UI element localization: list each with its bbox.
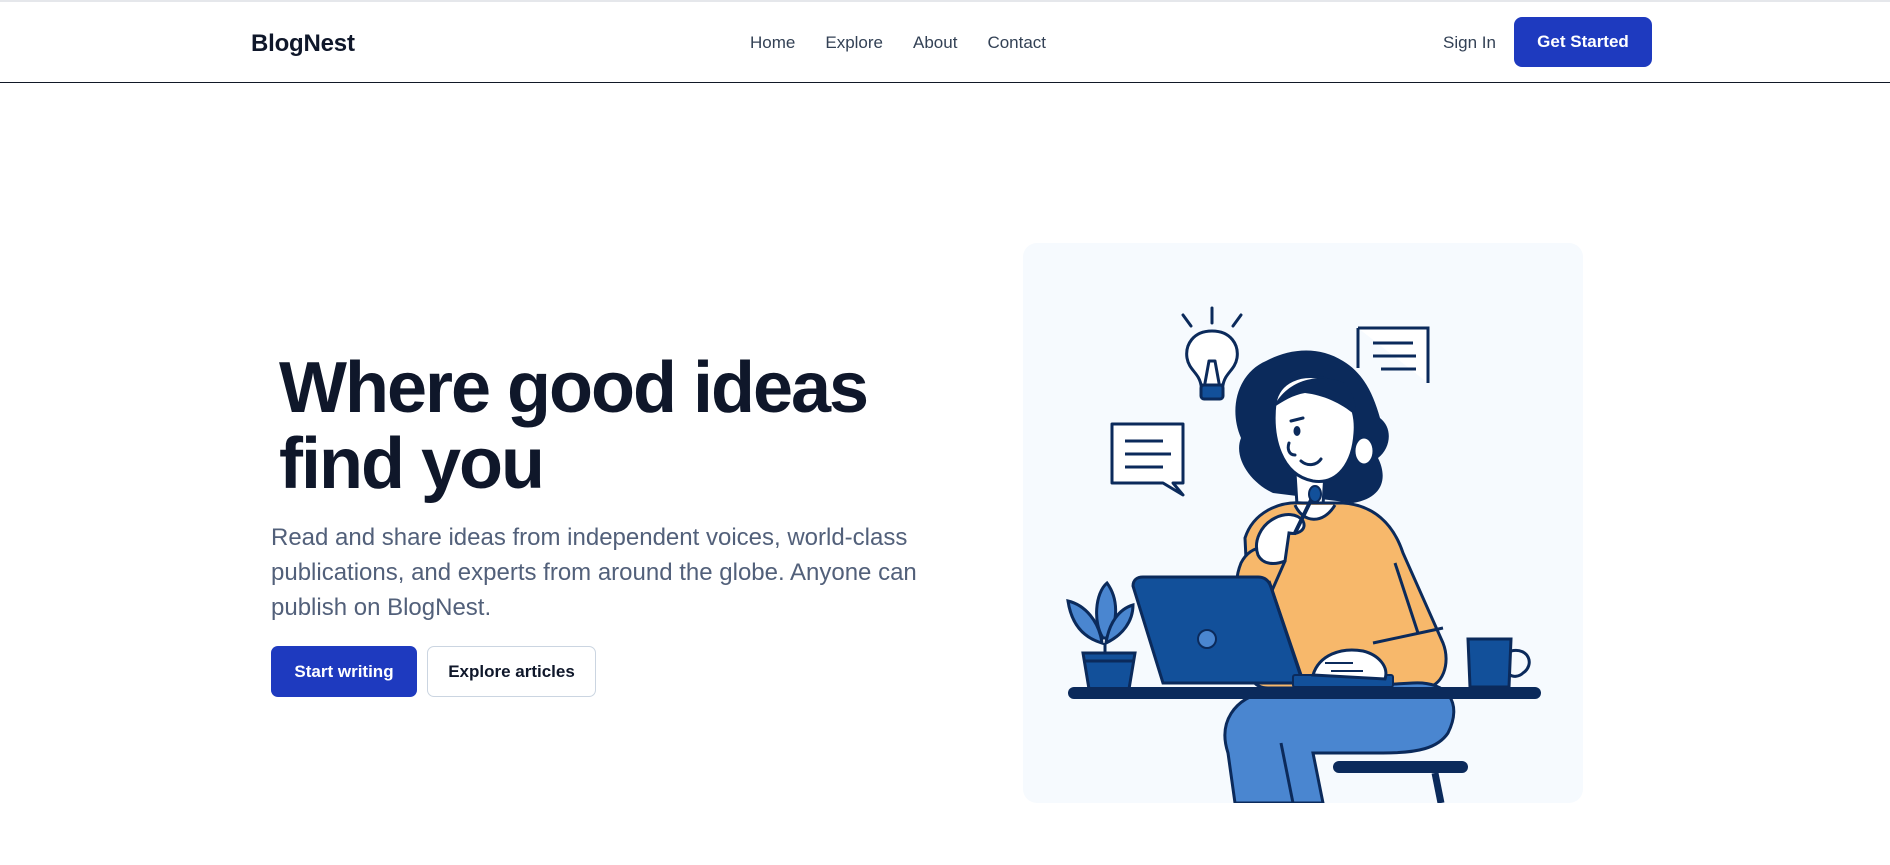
hero-title-line-1: Where good ideas bbox=[279, 348, 869, 428]
nav-about-link[interactable]: About bbox=[913, 33, 957, 53]
illustration-svg bbox=[1066, 306, 1541, 803]
nav-contact-link[interactable]: Contact bbox=[987, 33, 1046, 53]
hero-subtitle: Read and share ideas from independent vo… bbox=[271, 524, 917, 621]
document-icon bbox=[1356, 326, 1430, 383]
lightbulb-icon bbox=[1181, 306, 1243, 401]
nav-home-link[interactable]: Home bbox=[750, 33, 795, 53]
sign-in-link[interactable]: Sign In bbox=[1443, 33, 1496, 53]
start-writing-button[interactable]: Start writing bbox=[271, 646, 417, 697]
mug-icon bbox=[1466, 637, 1531, 689]
hero-title-line-2: find you bbox=[279, 424, 545, 504]
main-nav: Home Explore About Contact bbox=[750, 33, 1046, 53]
plant-icon bbox=[1066, 580, 1137, 691]
chat-bubble-icon bbox=[1110, 422, 1185, 497]
hero-illustration bbox=[1023, 243, 1583, 803]
get-started-button[interactable]: Get Started bbox=[1514, 17, 1652, 67]
hero-title: Where good ideas find you bbox=[279, 350, 899, 502]
top-navbar: BlogNest Home Explore About Contact Sign… bbox=[0, 2, 1890, 83]
nav-explore-link[interactable]: Explore bbox=[825, 33, 883, 53]
desk bbox=[1068, 687, 1541, 699]
brand-logo[interactable]: BlogNest bbox=[251, 30, 355, 58]
explore-articles-button[interactable]: Explore articles bbox=[427, 646, 596, 697]
jeans bbox=[1223, 681, 1456, 803]
chair bbox=[1333, 761, 1468, 773]
